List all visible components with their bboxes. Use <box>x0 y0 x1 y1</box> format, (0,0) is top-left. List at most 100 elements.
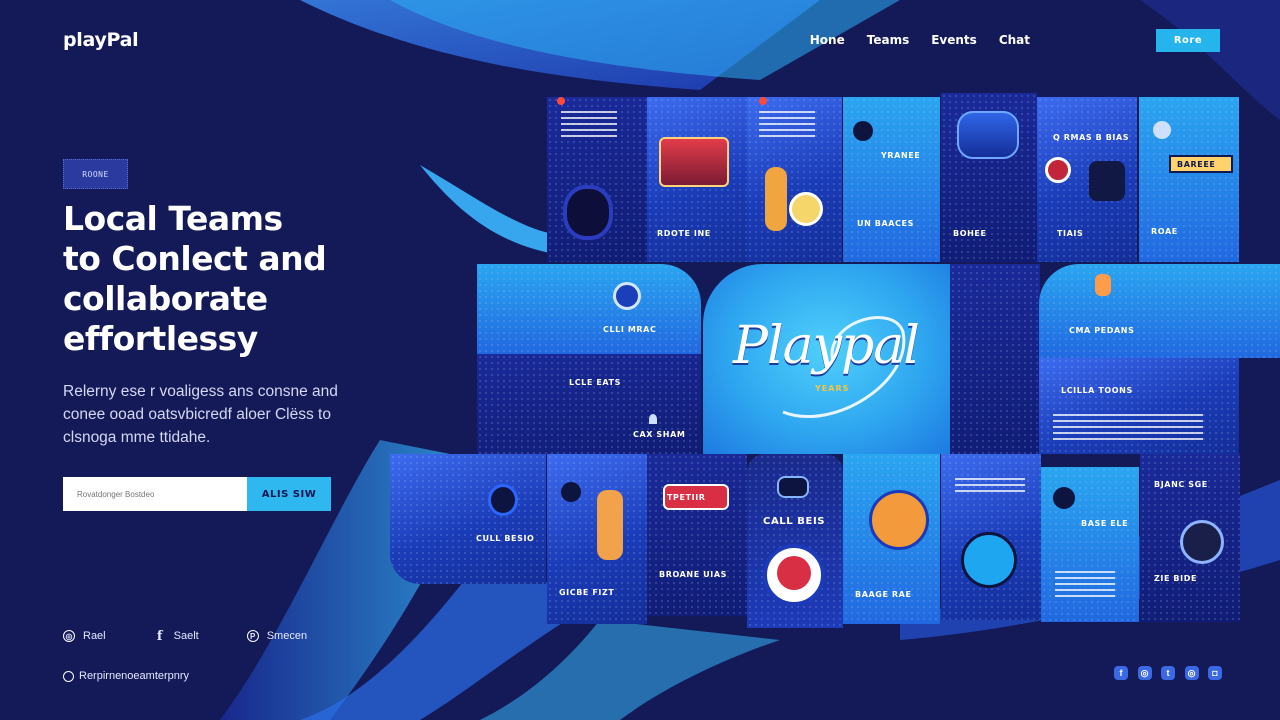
facebook-icon: f <box>156 628 163 644</box>
nav-chat[interactable]: Chat <box>999 33 1030 47</box>
red-dot-icon <box>759 97 767 105</box>
card-label: RDOTE INE <box>657 229 711 238</box>
camera-icon <box>561 482 581 502</box>
footer-icons: f ◎ t ◎ ◘ <box>1114 666 1232 680</box>
card-label: BROANE UIAS <box>659 570 728 579</box>
card-label: BJANC SGE <box>1154 480 1208 489</box>
footer-note: Rerpirnenoeamterpnry <box>63 670 189 682</box>
social-label: Saelt <box>173 630 199 642</box>
nav-events[interactable]: Events <box>931 33 977 47</box>
globe-icon <box>613 282 641 310</box>
logo-sub: YEARS <box>815 384 850 393</box>
ball-icon <box>1045 157 1071 183</box>
nav-teams[interactable]: Teams <box>867 33 909 47</box>
social-instagram[interactable]: ◎ Rael <box>63 630 106 642</box>
collage-card[interactable]: BAREEE ROAE <box>1139 97 1239 262</box>
robot-icon <box>777 476 809 498</box>
headline-line: Local Teams <box>63 199 283 238</box>
signup-button[interactable]: ALIS SIW <box>247 477 331 511</box>
tiktok-icon[interactable]: t <box>1161 666 1175 680</box>
collage-card[interactable]: LCLE EATS CAX SHAM <box>477 354 701 454</box>
chat-icon[interactable]: ◎ <box>1137 666 1152 680</box>
collage-card[interactable]: YRANEE UN BAACES <box>843 97 940 262</box>
collage-card[interactable]: CALL BEIS <box>747 454 843 628</box>
card-label: LCLE EATS <box>569 378 621 387</box>
helmet-illustration <box>957 111 1019 159</box>
social-pinterest[interactable]: P Smecen <box>246 630 308 642</box>
collage-card[interactable]: BAAGE RAE <box>843 454 940 624</box>
headline-line: to Conlect and <box>63 239 327 278</box>
player-illustration <box>597 490 623 560</box>
fin-icon <box>649 414 657 424</box>
card-label: BAREEE <box>1177 160 1216 169</box>
card-label: BAAGE RAE <box>855 590 912 599</box>
share-icon[interactable]: ◎ <box>1184 666 1199 680</box>
nav-home[interactable]: Hone <box>810 33 845 47</box>
card-label: CLLI MRAC <box>603 325 657 334</box>
card-label: UN BAACES <box>857 219 914 228</box>
collage-card[interactable]: CULL BESIO <box>390 454 546 584</box>
headline-line: collaborate <box>63 279 268 318</box>
card-label: GICBE FIZT <box>559 588 615 597</box>
player-avatar <box>1180 520 1224 564</box>
trophy-icon <box>1153 121 1171 139</box>
stadium-illustration <box>659 137 729 187</box>
collage-card[interactable]: RDOTE INE <box>647 97 747 262</box>
playpal-center-logo[interactable]: Playpal YEARS <box>703 264 950 454</box>
social-links: ◎ Rael f Saelt P Smecen <box>63 628 355 644</box>
card-label: ZIE BIDE <box>1154 574 1198 583</box>
collage-card[interactable] <box>747 97 842 262</box>
nav-cta-button[interactable]: Rore <box>1156 29 1220 52</box>
mascot-icon <box>488 484 518 516</box>
hero-tag: ROONE <box>63 159 128 189</box>
message-icon[interactable]: ◘ <box>1208 666 1222 680</box>
player-icon <box>1095 274 1111 296</box>
headline-line: effortlessy <box>63 319 258 358</box>
collage-card[interactable]: LCILLA TOONS <box>1039 358 1239 454</box>
collage-card[interactable]: TPETIIR BROANE UIAS <box>647 454 747 616</box>
collage-card[interactable]: GICBE FIZT <box>547 454 647 624</box>
facebook-icon[interactable]: f <box>1114 666 1128 680</box>
social-label: Smecen <box>266 630 308 642</box>
cleaning-tool-illustration <box>1089 161 1125 201</box>
camera-icon <box>1053 487 1075 509</box>
red-dot-icon <box>557 97 565 105</box>
brand-logo[interactable]: playPal <box>63 29 139 51</box>
collage-card[interactable]: BASE ELE <box>1041 467 1139 622</box>
card-label: CALL BEIS <box>763 516 826 527</box>
card-label: YRANEE <box>881 151 921 160</box>
collage-card[interactable]: BJANC SGE ZIE BIDE <box>1140 454 1240 622</box>
main-nav: Hone Teams Events Chat <box>788 33 1030 47</box>
card-label: TIAIS <box>1057 229 1084 238</box>
mascot-illustration <box>563 185 613 240</box>
card-label: CULL BESIO <box>476 534 535 543</box>
players-illustration <box>869 490 929 550</box>
social-label: Rael <box>83 630 106 642</box>
card-label: BOHEE <box>953 229 987 238</box>
collage-card[interactable]: CMA PEDANS <box>1039 264 1280 358</box>
logo-word: Playpal <box>733 316 920 376</box>
footer-note-text: Rerpirnenoeamterpnry <box>79 670 190 682</box>
card-label: ROAE <box>1151 227 1178 236</box>
pinterest-icon: P <box>246 630 259 642</box>
camera-icon <box>853 121 873 141</box>
collage-card[interactable] <box>950 264 1040 454</box>
card-label: TPETIIR <box>667 493 706 502</box>
social-facebook[interactable]: f Saelt <box>154 628 199 644</box>
signup-email-input[interactable] <box>63 477 247 511</box>
ball-icon <box>789 192 823 226</box>
card-label: CAX SHAM <box>633 430 686 439</box>
card-label: BASE ELE <box>1081 519 1129 528</box>
collage-card[interactable] <box>547 97 647 262</box>
player-illustration <box>765 167 787 231</box>
team-badge <box>961 532 1017 588</box>
card-label: CMA PEDANS <box>1069 326 1135 335</box>
team-badge-core <box>777 556 811 590</box>
collage-card[interactable] <box>941 454 1041 620</box>
collage-card[interactable]: BOHEE <box>941 93 1037 262</box>
collage-card[interactable]: Q RMAS B BIAS TIAIS <box>1037 97 1137 262</box>
card-label: Q RMAS B BIAS <box>1053 133 1130 142</box>
collage-card[interactable]: CLLI MRAC <box>477 264 701 354</box>
hero-description: Relerny ese r voaligess ans consne and c… <box>63 383 338 446</box>
copyright-icon <box>63 670 74 682</box>
